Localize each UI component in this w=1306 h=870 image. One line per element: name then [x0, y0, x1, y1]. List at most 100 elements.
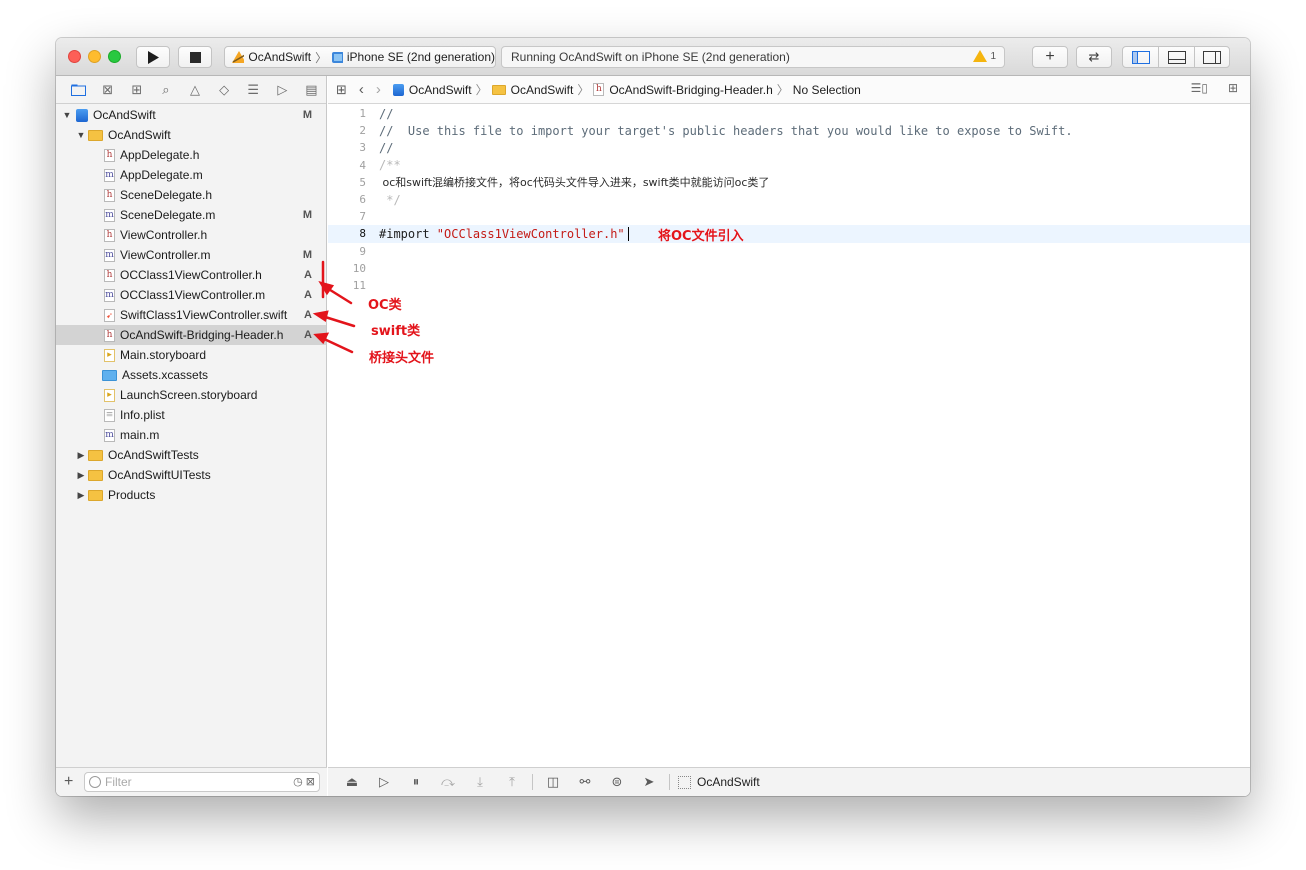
issue-icon: △ — [189, 81, 200, 97]
folder-icon — [491, 84, 506, 95]
code-text: // Use this file to import your target's… — [379, 123, 1073, 138]
tree-row-file[interactable]: m SceneDelegate.m M — [56, 205, 326, 225]
breakpoints-toggle-icon[interactable]: ▷ — [368, 774, 400, 790]
step-into-icon[interactable]: ⤓ — [464, 774, 496, 790]
library-button[interactable]: + — [1032, 46, 1068, 68]
recent-files-icon[interactable]: ◷ — [293, 775, 303, 788]
header-file-icon: h — [104, 268, 115, 282]
zoom-window-button[interactable] — [108, 50, 121, 63]
tab-project[interactable] — [64, 80, 93, 100]
code-line-current: 8 #import "OCClass1ViewController.h" 将OC… — [328, 225, 1250, 245]
tab-debug[interactable]: ☰ — [239, 80, 268, 100]
tree-row-label: SceneDelegate.h — [120, 188, 213, 202]
tree-row-label: OcAndSwiftTests — [108, 448, 199, 462]
memory-graph-icon[interactable]: ⚯ — [569, 774, 601, 790]
tree-row-group[interactable]: ▶ OcAndSwiftUITests — [56, 465, 326, 485]
scheme-selector[interactable]: OcAndSwift 〉 iPhone SE (2nd generation) — [224, 46, 496, 68]
project-icon — [392, 83, 404, 96]
environment-overrides-icon[interactable]: ⊜ — [601, 774, 633, 790]
debug-bar: ⏏ ▷ ⏸ ⤼ ⤓ ⤒ ◫ ⚯ ⊜ ➤ OcAndSwift — [328, 767, 1250, 796]
breadcrumb-group[interactable]: OcAndSwift — [511, 83, 574, 97]
tab-breakpoints[interactable]: ▷ — [268, 80, 297, 100]
tree-row-group[interactable]: ▼ OcAndSwift — [56, 125, 326, 145]
annotation-oc-class: OC类 — [368, 298, 402, 313]
tree-row-file-selected[interactable]: h OcAndSwift-Bridging-Header.h A — [56, 325, 326, 345]
tree-row-project[interactable]: ▼ OcAndSwift M — [56, 105, 326, 125]
back-arrow-icon[interactable]: ‹ — [359, 81, 364, 98]
line-number: 11 — [352, 278, 366, 292]
breadcrumb: OcAndSwift 〉 OcAndSwift 〉 h OcAndSwift-B… — [392, 81, 861, 98]
pause-icon[interactable]: ⏸ — [400, 774, 432, 790]
tree-row-file[interactable]: ➹ SwiftClass1ViewController.swift A — [56, 305, 326, 325]
tree-row-file[interactable]: h ViewController.h — [56, 225, 326, 245]
breadcrumb-symbol[interactable]: No Selection — [793, 83, 861, 97]
tab-find[interactable]: ⌕ — [151, 80, 180, 100]
tree-row-file[interactable]: h AppDelegate.h — [56, 145, 326, 165]
breadcrumb-separator: 〉 — [776, 83, 789, 97]
tree-row-status: M — [302, 209, 312, 221]
run-button[interactable] — [136, 46, 170, 68]
tree-row-file[interactable]: m AppDelegate.m — [56, 165, 326, 185]
filter-field[interactable]: Filter ◷ ⊠ — [84, 772, 320, 792]
objc-file-icon: m — [104, 288, 115, 302]
tab-tests[interactable]: ◇ — [210, 80, 239, 100]
editor-options-icon[interactable]: ☰▯ — [1191, 81, 1208, 95]
breadcrumb-project[interactable]: OcAndSwift — [409, 83, 472, 97]
step-over-icon[interactable]: ⤼ — [432, 774, 464, 790]
source-control-icon: ⊠ — [102, 81, 114, 97]
tree-row-group[interactable]: ▶ OcAndSwiftTests — [56, 445, 326, 465]
tree-row-file[interactable]: Assets.xcassets — [56, 365, 326, 385]
tree-row-file[interactable]: h SceneDelegate.h — [56, 185, 326, 205]
step-out-icon[interactable]: ⤒ — [496, 774, 528, 790]
view-hierarchy-icon[interactable]: ◫ — [537, 774, 569, 790]
tree-row-label: OcAndSwiftUITests — [108, 468, 211, 482]
breadcrumb-file[interactable]: OcAndSwift-Bridging-Header.h — [609, 83, 772, 97]
tab-reports[interactable]: ▤ — [297, 80, 326, 100]
tree-row-file[interactable]: m main.m — [56, 425, 326, 445]
stop-button[interactable] — [178, 46, 212, 68]
simulate-location-icon[interactable]: ➤ — [633, 774, 665, 790]
source-control-filter-icon[interactable]: ⊠ — [306, 775, 315, 788]
related-items-icon[interactable]: ⊞ — [336, 82, 347, 98]
tree-row-group[interactable]: ▶ Products — [56, 485, 326, 505]
add-file-button[interactable]: + — [64, 773, 73, 791]
report-icon: ▤ — [305, 81, 318, 97]
code-review-button[interactable]: ⇄ — [1076, 46, 1112, 68]
objc-file-icon: m — [104, 208, 115, 222]
filter-placeholder: Filter — [105, 775, 132, 789]
toggle-debug-area-button[interactable] — [1158, 47, 1193, 67]
minimize-window-button[interactable] — [88, 50, 101, 63]
close-window-button[interactable] — [68, 50, 81, 63]
tree-row-label: SwiftClass1ViewController.swift — [120, 308, 288, 322]
header-file-icon: h — [104, 148, 115, 162]
tree-row-file[interactable]: ▸ Main.storyboard — [56, 345, 326, 365]
right-panel-icon — [1202, 50, 1221, 64]
warning-badge[interactable]: 1 — [973, 50, 996, 62]
tree-row-file[interactable]: ≡ Info.plist — [56, 405, 326, 425]
filter-options: ◷ ⊠ — [293, 775, 315, 788]
tree-row-status: A — [304, 289, 312, 301]
code-area[interactable]: 1 // 2 // Use this file to import your t… — [328, 105, 1250, 294]
disclosure-expanded-icon: ▼ — [62, 110, 72, 120]
tree-row-file[interactable]: m ViewController.m M — [56, 245, 326, 265]
code-text: */ — [379, 192, 401, 207]
add-editor-icon[interactable]: ⊞ — [1228, 81, 1238, 95]
tab-source-control[interactable]: ⊠ — [93, 80, 122, 100]
annotation-import-note: 将OC文件引入 — [658, 229, 744, 245]
forward-arrow-icon[interactable]: › — [376, 81, 381, 98]
tree-row-file[interactable]: ▸ LaunchScreen.storyboard — [56, 385, 326, 405]
line-number: 10 — [352, 261, 366, 275]
tree-row-file[interactable]: m OCClass1ViewController.m A — [56, 285, 326, 305]
tab-issues[interactable]: △ — [180, 80, 209, 100]
tree-row-file[interactable]: h OCClass1ViewController.h A — [56, 265, 326, 285]
objc-file-icon: m — [104, 168, 115, 182]
toggle-navigator-button[interactable] — [1123, 47, 1158, 67]
hide-debug-area-icon[interactable]: ⏏ — [336, 774, 368, 790]
tree-row-label: Main.storyboard — [120, 348, 207, 362]
annotation-bridging-header: 桥接头文件 — [369, 351, 435, 366]
toggle-inspector-button[interactable] — [1193, 47, 1229, 67]
disclosure-collapsed-icon: ▶ — [77, 489, 85, 500]
line-number: 8 — [359, 227, 366, 241]
navigator-tabs: ⊠ ⊞ ⌕ △ ◇ ☰ ▷ ▤ — [56, 76, 326, 104]
tab-symbols[interactable]: ⊞ — [122, 80, 151, 100]
